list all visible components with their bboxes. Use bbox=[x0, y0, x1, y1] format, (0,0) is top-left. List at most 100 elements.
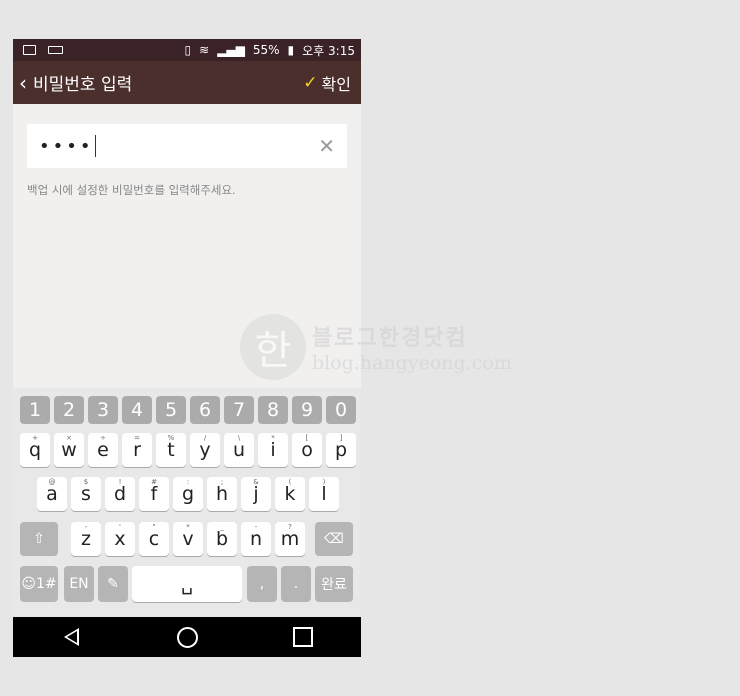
key-o[interactable]: [o bbox=[292, 433, 322, 467]
key-label: 9 bbox=[300, 399, 314, 421]
key-hint-label: : bbox=[186, 478, 190, 486]
key-b[interactable]: _ b bbox=[207, 522, 237, 556]
key-e[interactable]: ÷ e bbox=[88, 433, 118, 467]
symbols-key[interactable]: ☺1# bbox=[20, 566, 58, 602]
period-key[interactable]: . bbox=[281, 566, 311, 602]
key-4[interactable]: 4 bbox=[122, 396, 152, 424]
key-label: l bbox=[321, 483, 327, 505]
key-label: x bbox=[114, 528, 126, 550]
key-label: 1 bbox=[28, 399, 42, 421]
comma-key[interactable]: , bbox=[247, 566, 277, 602]
back-triangle-icon bbox=[63, 628, 79, 646]
key-k[interactable]: (k bbox=[275, 477, 305, 511]
key-label: w bbox=[61, 439, 77, 461]
key-hint-label: $ bbox=[83, 478, 89, 486]
key-label: . bbox=[293, 576, 299, 592]
key-3[interactable]: 3 bbox=[88, 396, 118, 424]
key-h[interactable]: ; h bbox=[207, 477, 237, 511]
key-label: j bbox=[253, 483, 259, 505]
key-9[interactable]: 9 bbox=[292, 396, 322, 424]
key-label: s bbox=[81, 483, 91, 505]
done-key[interactable]: 완료 bbox=[315, 566, 353, 602]
key-l[interactable]: ) l bbox=[309, 477, 339, 511]
key-hint-label: ? bbox=[288, 523, 292, 531]
key-hint-label: ' bbox=[119, 523, 121, 531]
battery-icon: ▮ bbox=[287, 43, 295, 57]
key-t[interactable]: % t bbox=[156, 433, 186, 467]
gallery-icon bbox=[23, 45, 36, 55]
key-label: n bbox=[249, 528, 263, 550]
nav-recents-button[interactable] bbox=[283, 617, 323, 657]
key-hint-label: ! bbox=[118, 478, 122, 486]
key-s[interactable]: $ s bbox=[71, 477, 101, 511]
key-c[interactable]: " c bbox=[139, 522, 169, 556]
back-chevron-icon[interactable]: ‹ bbox=[19, 73, 27, 93]
key-label: h bbox=[215, 483, 229, 505]
space-key[interactable]: ␣ bbox=[132, 566, 242, 602]
nav-home-button[interactable] bbox=[167, 617, 207, 657]
key-5[interactable]: 5 bbox=[156, 396, 186, 424]
key-label: i bbox=[270, 439, 276, 461]
key-label: r bbox=[133, 439, 141, 461]
key-j[interactable]: & j bbox=[241, 477, 271, 511]
key-label: 6 bbox=[198, 399, 212, 421]
watermark-logo: 한 bbox=[240, 314, 306, 380]
password-hint: 백업 시에 설정한 비밀번호를 입력해주세요. bbox=[27, 183, 236, 197]
key-label: 7 bbox=[232, 399, 246, 421]
key-1[interactable]: 1 bbox=[20, 396, 50, 424]
key-hint-label: " bbox=[152, 523, 156, 531]
wifi-icon: ≋ bbox=[199, 43, 210, 57]
confirm-label: 확인 bbox=[321, 74, 351, 94]
key-p[interactable]: ] p bbox=[326, 433, 356, 467]
home-circle-icon bbox=[176, 626, 198, 648]
key-hint-label: ( bbox=[288, 478, 292, 486]
key-2[interactable]: 2 bbox=[54, 396, 84, 424]
key-w[interactable]: × w bbox=[54, 433, 84, 467]
key-u[interactable]: \ u bbox=[224, 433, 254, 467]
backspace-key[interactable]: ⌫ bbox=[315, 522, 353, 556]
shift-key[interactable]: ⇧ bbox=[20, 522, 58, 556]
key-hint-label: - bbox=[84, 523, 88, 531]
key-f[interactable]: # f bbox=[139, 477, 169, 511]
language-key[interactable]: EN bbox=[64, 566, 94, 602]
watermark: 한 블로그한경닷컴 blog.hangyeong.com bbox=[240, 314, 512, 380]
key-7[interactable]: 7 bbox=[224, 396, 254, 424]
page-title: 비밀번호 입력 bbox=[33, 75, 133, 95]
key-d[interactable]: ! d bbox=[105, 477, 135, 511]
key-x[interactable]: ' x bbox=[105, 522, 135, 556]
key-hint-label: / bbox=[203, 434, 207, 442]
password-input[interactable]: •••• ✕ bbox=[27, 124, 347, 168]
key-z[interactable]: -z bbox=[71, 522, 101, 556]
key-v[interactable]: * v bbox=[173, 522, 203, 556]
key-label: 5 bbox=[164, 399, 178, 421]
key-hint-label: × bbox=[66, 434, 72, 442]
password-value: •••• bbox=[39, 135, 94, 157]
watermark-text-ko: 블로그한경닷컴 bbox=[312, 325, 468, 351]
key-0[interactable]: 0 bbox=[326, 396, 356, 424]
key-6[interactable]: 6 bbox=[190, 396, 220, 424]
key-i[interactable]: * i bbox=[258, 433, 288, 467]
key-r[interactable]: = r bbox=[122, 433, 152, 467]
key-8[interactable]: 8 bbox=[258, 396, 288, 424]
key-label: v bbox=[182, 528, 194, 550]
key-n[interactable]: -n bbox=[241, 522, 271, 556]
handwriting-key[interactable]: ✎ bbox=[98, 566, 128, 602]
key-label: 3 bbox=[96, 399, 110, 421]
clear-icon[interactable]: ✕ bbox=[318, 134, 335, 158]
key-y[interactable]: / y bbox=[190, 433, 220, 467]
nav-back-button[interactable] bbox=[51, 617, 91, 657]
key-label: 2 bbox=[62, 399, 76, 421]
key-label: EN bbox=[69, 576, 89, 592]
key-label: g bbox=[181, 483, 195, 505]
key-label: y bbox=[199, 439, 211, 461]
key-m[interactable]: ? m bbox=[275, 522, 305, 556]
key-hint-label: _ bbox=[220, 523, 224, 531]
key-label: 0 bbox=[334, 399, 348, 421]
key-label: m bbox=[280, 528, 300, 550]
key-q[interactable]: + q bbox=[20, 433, 50, 467]
key-label: ␣ bbox=[180, 573, 194, 595]
vibrate-icon: ▯ bbox=[184, 43, 192, 57]
confirm-button[interactable]: ✓ 확인 bbox=[303, 71, 351, 95]
key-g[interactable]: :g bbox=[173, 477, 203, 511]
key-a[interactable]: @ a bbox=[37, 477, 67, 511]
